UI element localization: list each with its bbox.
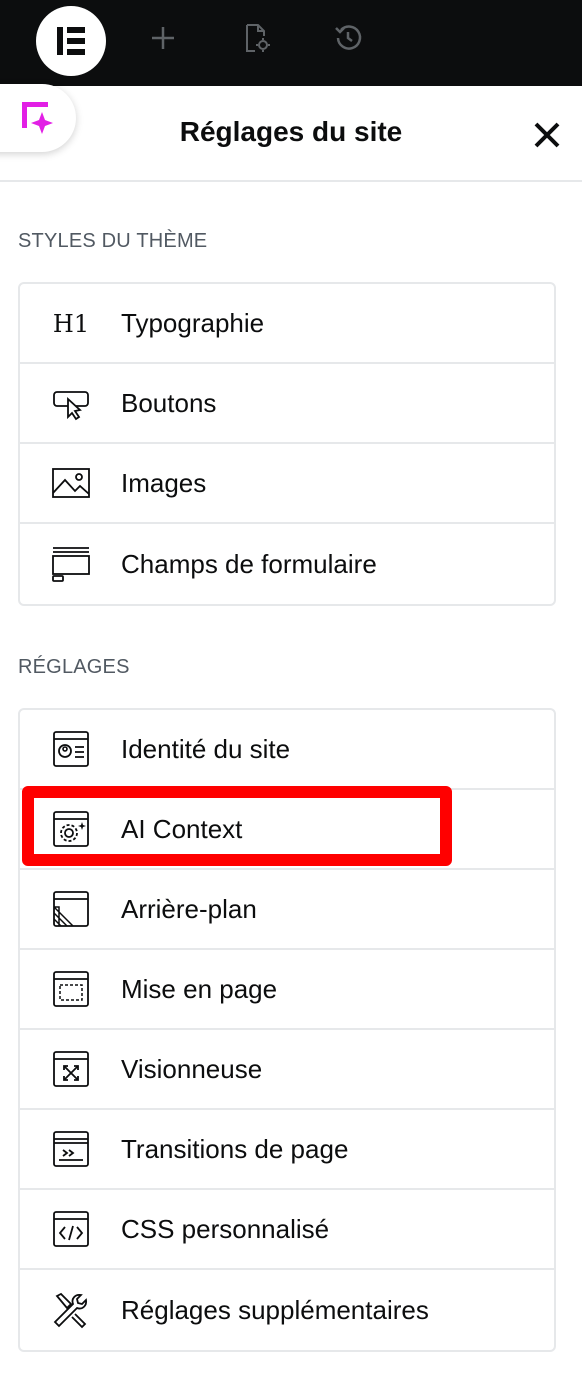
plus-icon	[152, 27, 174, 49]
menu-item-label: CSS personnalisé	[121, 1213, 330, 1244]
editor-topbar	[0, 0, 582, 86]
menu-item-label: Réglages supplémentaires	[121, 1294, 429, 1325]
elementor-logo-icon	[57, 27, 85, 55]
menu-item-label: Identité du site	[121, 733, 291, 764]
history-button[interactable]	[332, 22, 364, 54]
menu-item-images[interactable]: Images	[20, 444, 554, 524]
menu-item-label: Images	[121, 467, 207, 498]
menu-item-label: Transitions de page	[121, 1133, 349, 1164]
image-icon	[50, 462, 92, 504]
elementor-logo-button[interactable]	[36, 6, 106, 76]
menu-item-lightbox[interactable]: Visionneuse	[20, 1030, 554, 1110]
menu-item-label: Champs de formulaire	[121, 548, 377, 579]
settings-list: Identité du site AI Context Arrière-plan	[18, 708, 556, 1352]
ai-sparkle-icon	[22, 102, 53, 134]
page-settings-button[interactable]	[240, 22, 272, 54]
menu-item-custom-css[interactable]: CSS personnalisé	[20, 1190, 554, 1270]
page-transitions-icon	[50, 1128, 92, 1170]
ai-context-gear-icon	[50, 808, 92, 850]
menu-item-label: Arrière-plan	[121, 893, 257, 924]
page-settings-icon	[246, 24, 270, 52]
close-icon	[534, 122, 560, 148]
theme-styles-list: H1 Typographie Boutons Images Champs de …	[18, 282, 556, 606]
menu-item-label: Visionneuse	[121, 1053, 263, 1084]
theme-styles-heading: STYLES DU THÈME	[18, 230, 208, 252]
site-identity-icon	[50, 728, 92, 770]
form-field-icon	[50, 543, 92, 585]
button-pointer-icon	[50, 382, 92, 424]
ai-assistant-button[interactable]	[0, 84, 76, 152]
menu-item-ai-context[interactable]: AI Context	[20, 790, 554, 870]
menu-item-form-fields[interactable]: Champs de formulaire	[20, 524, 554, 604]
menu-item-typography[interactable]: H1 Typographie	[20, 284, 554, 364]
background-icon	[50, 888, 92, 930]
custom-css-icon	[50, 1208, 92, 1250]
heading-h1-icon: H1	[50, 302, 92, 344]
menu-item-label: Boutons	[121, 387, 217, 418]
add-element-button[interactable]	[147, 22, 179, 54]
menu-item-page-transitions[interactable]: Transitions de page	[20, 1110, 554, 1190]
settings-heading: RÉGLAGES	[18, 656, 130, 678]
panel-header: Réglages du site	[0, 86, 582, 182]
menu-item-background[interactable]: Arrière-plan	[20, 870, 554, 950]
svg-text:H1: H1	[53, 310, 89, 338]
tools-icon	[50, 1289, 92, 1331]
menu-item-label: AI Context	[121, 813, 243, 844]
menu-item-additional-settings[interactable]: Réglages supplémentaires	[20, 1270, 554, 1350]
history-icon	[335, 25, 362, 50]
close-button[interactable]	[530, 118, 564, 152]
menu-item-site-identity[interactable]: Identité du site	[20, 710, 554, 790]
layout-icon	[50, 968, 92, 1010]
panel-title: Réglages du site	[179, 116, 403, 147]
menu-item-buttons[interactable]: Boutons	[20, 364, 554, 444]
menu-item-label: Typographie	[121, 307, 265, 338]
lightbox-icon	[50, 1048, 92, 1090]
menu-item-label: Mise en page	[121, 973, 278, 1004]
menu-item-layout[interactable]: Mise en page	[20, 950, 554, 1030]
